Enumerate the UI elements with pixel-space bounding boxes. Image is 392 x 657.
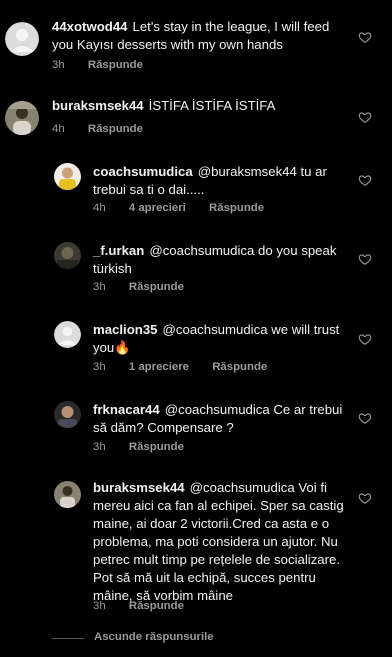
username[interactable]: frknacar44 xyxy=(93,402,160,417)
username[interactable]: 44xotwod44 xyxy=(52,19,128,34)
username[interactable]: maclion35 xyxy=(93,322,158,337)
timestamp: 3h xyxy=(52,59,65,71)
reply-button[interactable]: Răspunde xyxy=(88,59,143,71)
username[interactable]: buraksmsek44 xyxy=(52,98,144,113)
photo-avatar[interactable] xyxy=(54,242,81,269)
likes-count[interactable]: 4 aprecieri xyxy=(129,202,186,214)
comment-meta: 3h 1 apreciere Răspunde xyxy=(93,361,287,373)
username[interactable]: _f.urkan xyxy=(93,243,144,258)
photo-avatar[interactable] xyxy=(54,163,81,190)
default-avatar-icon[interactable] xyxy=(54,321,81,348)
reply-button[interactable]: Răspunde xyxy=(88,123,143,135)
comment-body: coachsumudica @buraksmsek44 tu ar trebui … xyxy=(93,163,351,199)
username[interactable]: buraksmsek44 xyxy=(93,480,185,495)
comment-body: 44xotwod44 Let's stay in the league, I wi… xyxy=(52,18,352,54)
photo-avatar[interactable] xyxy=(54,401,81,428)
comment-meta: 4h 4 aprecieri Răspunde xyxy=(93,202,284,214)
heart-icon[interactable] xyxy=(358,491,372,505)
reply-button[interactable]: Răspunde xyxy=(129,441,184,453)
comment-body: _f.urkan @coachsumudica do you speak türk… xyxy=(93,242,351,278)
comment-body: maclion35 @coachsumudica we will trust yo… xyxy=(93,321,351,357)
timestamp: 3h xyxy=(93,441,106,453)
comment-meta: 3h Răspunde xyxy=(93,441,204,453)
photo-avatar[interactable] xyxy=(5,101,39,135)
default-avatar-icon[interactable] xyxy=(5,22,39,56)
timestamp: 4h xyxy=(52,123,65,135)
comment-body: buraksmsek44 İSTİFA İSTİFA İSTİFA xyxy=(52,97,352,115)
timestamp: 4h xyxy=(93,202,106,214)
timestamp: 3h xyxy=(93,361,106,373)
reply-button[interactable]: Răspunde xyxy=(129,600,184,612)
heart-icon[interactable] xyxy=(358,173,372,187)
username[interactable]: coachsumudica xyxy=(93,164,193,179)
reply-button[interactable]: Răspunde xyxy=(212,361,267,373)
comment-text: İSTİFA İSTİFA İSTİFA xyxy=(148,98,276,113)
reply-button[interactable]: Răspunde xyxy=(129,281,184,293)
timestamp: 3h xyxy=(93,600,106,612)
heart-icon[interactable] xyxy=(358,30,372,44)
comment-meta: 3h Răspunde xyxy=(52,59,163,71)
timestamp: 3h xyxy=(93,281,106,293)
comment-meta: 4h Răspunde xyxy=(52,123,163,135)
replies-divider xyxy=(52,638,84,639)
photo-avatar[interactable] xyxy=(54,481,81,508)
comment-meta: 3h Răspunde xyxy=(93,600,204,612)
heart-icon[interactable] xyxy=(358,411,372,425)
reply-button[interactable]: Răspunde xyxy=(209,202,264,214)
heart-icon[interactable] xyxy=(358,332,372,346)
heart-icon[interactable] xyxy=(358,252,372,266)
comment-text: @coachsumudica Voi fi mereu aici ca fan … xyxy=(93,480,344,603)
comment-body: frknacar44 @coachsumudica Ce ar trebui să… xyxy=(93,401,351,437)
heart-icon[interactable] xyxy=(358,110,372,124)
hide-replies-button[interactable]: Ascunde răspunsurile xyxy=(94,631,214,643)
comment-body: buraksmsek44 @coachsumudica Voi fi mereu … xyxy=(93,479,351,605)
comment-meta: 3h Răspunde xyxy=(93,281,204,293)
likes-count[interactable]: 1 apreciere xyxy=(129,361,189,373)
